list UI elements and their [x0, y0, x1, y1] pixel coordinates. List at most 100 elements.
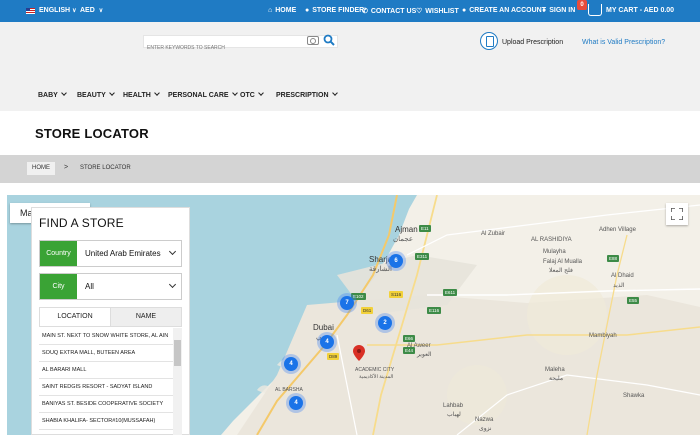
list-item[interactable]: SHABIA KHALIFA- SECTOR#10(MUSSAFAH): [39, 413, 182, 430]
search-input[interactable]: [144, 42, 294, 54]
user-icon: ●: [305, 7, 310, 14]
tab-name[interactable]: NAME: [110, 308, 181, 326]
map-label-al-rashidiya: AL RASHIDIYA: [531, 237, 572, 243]
top-link-sign-in[interactable]: ● SIGN IN: [542, 7, 575, 14]
map-label-al-barsha: AL BARSHA: [275, 387, 303, 393]
road-badge: S116: [389, 291, 404, 298]
road-badge: E88: [607, 255, 620, 262]
breadcrumb-separator: >: [64, 164, 69, 171]
store-cluster-marker[interactable]: 7: [340, 296, 354, 310]
cart-icon[interactable]: [588, 4, 602, 16]
country-select[interactable]: Country United Arab Emirates: [39, 240, 182, 267]
store-cluster-marker[interactable]: 4: [289, 396, 303, 410]
map-label-nazwa-ar: نزوى: [479, 426, 492, 432]
top-link-home[interactable]: ⌂ HOME: [268, 7, 296, 14]
road-badge: D61: [361, 307, 374, 314]
top-link-home-label: HOME: [275, 7, 297, 14]
map-label-shawka: Shawka: [623, 393, 645, 399]
map-label-dubai: Dubai: [313, 323, 334, 332]
search-icon[interactable]: [323, 34, 335, 46]
list-item[interactable]: MAIN ST. NEXT TO SNOW WHITE STORE, AL AI…: [39, 328, 182, 345]
store-cluster-marker[interactable]: 2: [378, 316, 392, 330]
nav-item-label: OTC: [240, 92, 255, 99]
store-cluster-marker[interactable]: 4: [320, 335, 334, 349]
store-cluster-marker[interactable]: 4: [284, 357, 298, 371]
map-label-lahbab-ar: لهباب: [447, 412, 461, 418]
map-pin-icon[interactable]: [353, 345, 365, 361]
store-list-scrollbar[interactable]: [173, 328, 182, 435]
chevron-down-icon: [168, 280, 177, 289]
chevron-down-icon: [331, 90, 338, 96]
top-link-wishlist-label: WISHLIST: [425, 7, 459, 15]
list-item[interactable]: SAINT REDGIS RESORT - SADYAT ISLAND: [39, 379, 182, 396]
upload-prescription-icon[interactable]: [480, 32, 498, 50]
cart-count-badge: 0: [577, 0, 587, 10]
nav-item-beauty[interactable]: BEAUTY: [77, 90, 115, 99]
top-link-contact[interactable]: ✆ CONTACT US: [362, 7, 417, 16]
currency-selector[interactable]: AED ∨: [80, 7, 103, 14]
chevron-down-icon: [257, 90, 264, 96]
road-badge: E11: [419, 225, 431, 232]
road-badge: E66: [403, 335, 416, 342]
map-label-al-aweer-ar: العوير: [417, 352, 432, 358]
map-label-falaj-ar: فلج المعلا: [549, 268, 573, 274]
language-selector[interactable]: ENGLISH ∨: [26, 7, 77, 14]
nav-item-label: BABY: [38, 92, 58, 99]
nav-item-baby[interactable]: BABY: [38, 90, 67, 99]
chevron-down-icon: [231, 90, 238, 96]
cart-label: MY CART - AED 0.00: [606, 7, 675, 14]
fullscreen-button[interactable]: [666, 203, 688, 225]
map-label-nazwa: Nazwa: [475, 417, 494, 423]
top-link-create-account[interactable]: ● CREATE AN ACCOUNT: [462, 7, 546, 14]
top-link-sign-in-label: SIGN IN: [549, 7, 576, 14]
search-tabs: LOCATION NAME: [39, 307, 182, 327]
cart-link[interactable]: MY CART - AED 0.00: [606, 7, 674, 14]
store-list: MAIN ST. NEXT TO SNOW WHITE STORE, AL AI…: [39, 328, 182, 435]
find-store-panel: FIND A STORE Country United Arab Emirate…: [31, 207, 190, 435]
top-link-wishlist[interactable]: ♡ WISHLIST: [416, 7, 459, 16]
list-item[interactable]: BANIYAS ST. BESIDE COOPERATIVE SOCIETY: [39, 396, 182, 413]
map-label-academic-city: ACADEMIC CITY: [355, 367, 395, 373]
scrollbar-thumb[interactable]: [174, 340, 181, 366]
map-label-al-dhaid: Al Dhaid: [611, 273, 634, 279]
map-label-sharjah-ar: الشارقة: [369, 266, 392, 273]
map-label-ajman: Ajman: [395, 225, 418, 234]
chevron-down-icon: [168, 247, 177, 256]
upload-prescription-link[interactable]: Upload Prescription: [502, 39, 563, 46]
road-badge: E611: [443, 289, 458, 296]
page-title: STORE LOCATOR: [35, 126, 149, 141]
breadcrumb-current: STORE LOCATOR: [80, 165, 131, 171]
header: Upload Prescription What is Valid Prescr…: [0, 22, 700, 111]
list-item[interactable]: SOUQ EXTRA MALL, BUTEEN AREA: [39, 345, 182, 362]
city-label: City: [40, 274, 77, 299]
top-link-create-account-label: CREATE AN ACCOUNT: [469, 7, 546, 14]
chevron-down-icon: [61, 90, 67, 96]
road-badge: E55: [627, 297, 640, 304]
valid-prescription-link[interactable]: What is Valid Prescription?: [582, 39, 665, 46]
top-link-contact-label: CONTACT US: [370, 7, 417, 15]
nav-item-label: PERSONAL CARE: [168, 92, 229, 99]
camera-icon[interactable]: [307, 36, 319, 45]
nav-item-otc[interactable]: OTC: [240, 90, 264, 99]
country-label: Country: [40, 241, 77, 266]
map-label-mambiyah: Mambiyah: [589, 333, 617, 339]
nav-item-label: PRESCRIPTION: [276, 92, 329, 99]
top-link-store-finder-label: STORE FINDER: [312, 7, 365, 14]
breadcrumb-home[interactable]: HOME: [27, 162, 55, 175]
top-link-store-finder[interactable]: ● STORE FINDER: [305, 7, 364, 14]
tab-location[interactable]: LOCATION: [40, 308, 110, 326]
nav-item-personal-care[interactable]: PERSONAL CARE: [168, 90, 238, 99]
nav-item-health[interactable]: HEALTH: [123, 90, 160, 99]
road-badge: E311: [415, 253, 430, 260]
road-badge: E44: [403, 347, 416, 354]
map-label-maleha: Maleha: [545, 367, 565, 373]
currency-label: AED: [80, 7, 95, 14]
chevron-down-icon: [108, 90, 115, 96]
city-select[interactable]: City All: [39, 273, 182, 300]
store-cluster-marker[interactable]: 6: [389, 254, 403, 268]
nav-item-prescription[interactable]: PRESCRIPTION: [276, 90, 338, 99]
phone-icon: ✆: [362, 8, 368, 15]
map-label-falaj: Falaj Al Mualla: [543, 259, 583, 265]
road-badge: D89: [327, 353, 340, 360]
list-item[interactable]: AL BARARI MALL: [39, 362, 182, 379]
